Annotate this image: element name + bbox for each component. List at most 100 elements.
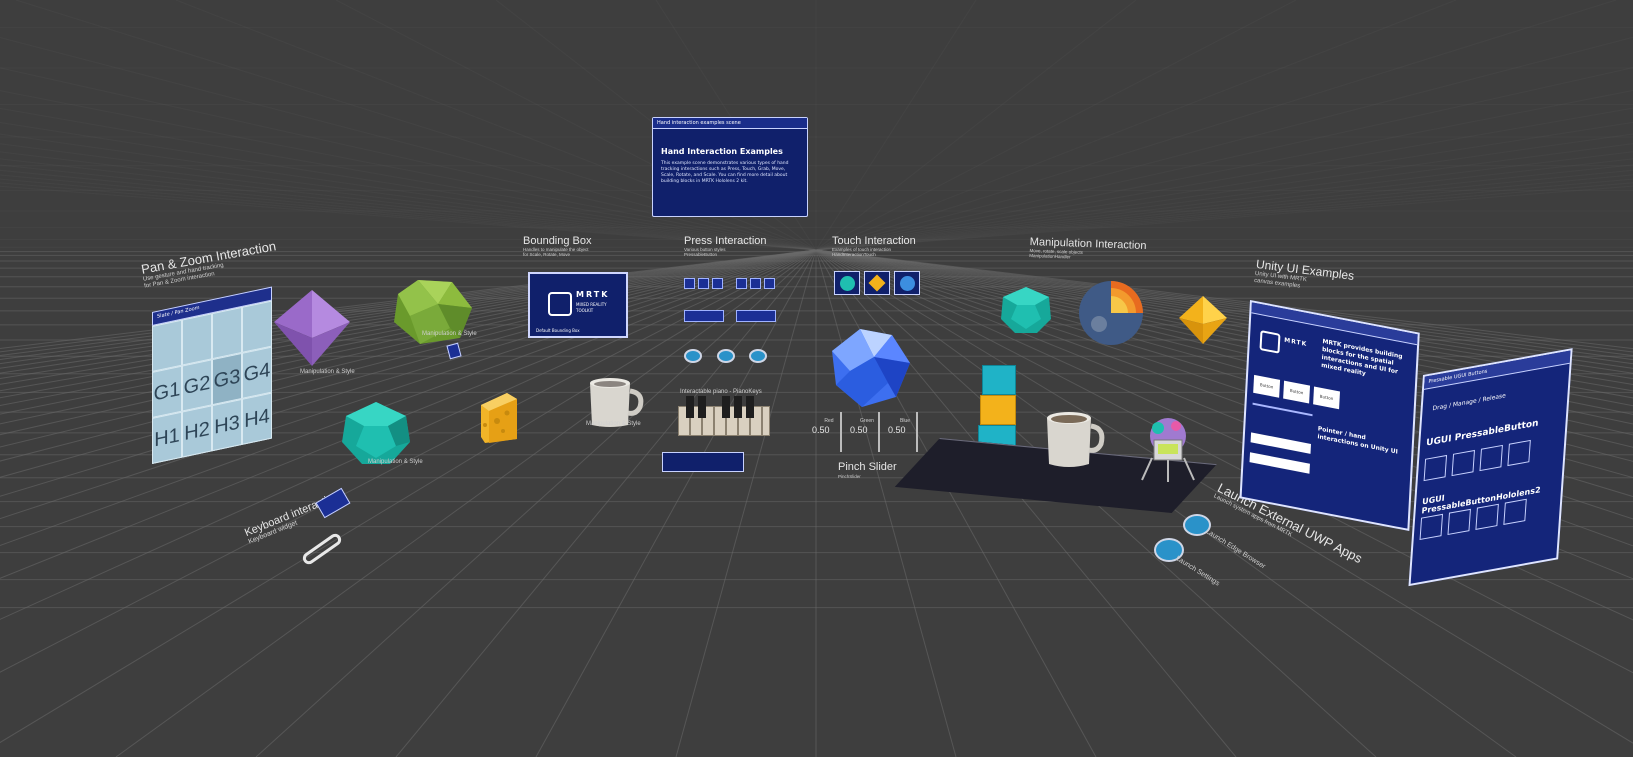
pressable-button[interactable] xyxy=(712,278,723,289)
grid-tile-blank xyxy=(242,300,272,353)
ugui-panel-row1[interactable]: Drag / Manage / Release xyxy=(1432,392,1506,412)
unity-panel-subhead: Pointer / hand interactions on Unity UI xyxy=(1317,425,1398,456)
octahedron-label: Manipulation & Style xyxy=(300,369,355,375)
info-panel-body: This example scene demonstrates various … xyxy=(661,161,789,184)
unity-panel-tab[interactable]: Button xyxy=(1283,380,1311,404)
unity-panel-input[interactable] xyxy=(1250,432,1311,454)
pinch-slider-group: Red 0.50 Green 0.50 Blue 0.50 xyxy=(812,412,922,458)
slider-blue-track[interactable] xyxy=(916,412,918,452)
grid-tile-blank xyxy=(152,319,182,372)
teal-dodecahedron-right[interactable] xyxy=(999,285,1053,335)
hand-interaction-info-panel[interactable]: Hand interaction examples scene Hand Int… xyxy=(652,117,808,217)
slider-red-track[interactable] xyxy=(840,412,842,452)
cheese-wedge[interactable] xyxy=(477,391,519,445)
slider-green-track[interactable] xyxy=(878,412,880,452)
grid-tile: G1 xyxy=(152,365,182,418)
ugui-button[interactable] xyxy=(1423,454,1448,482)
ugui-pressable-panel[interactable]: Pressable UGUI Buttons Drag / Manage / R… xyxy=(1408,348,1573,587)
pressable-button[interactable] xyxy=(736,278,747,289)
section-press: Press Interaction Various button styles … xyxy=(684,235,767,257)
ugui-button[interactable] xyxy=(1507,439,1531,467)
round-press-button[interactable] xyxy=(717,349,735,363)
teal-dodecahedron-left[interactable] xyxy=(340,400,412,466)
section-touch: Touch Interaction Examples of touch inte… xyxy=(832,235,916,257)
lunar-module[interactable] xyxy=(1136,414,1200,484)
bounding-box-card[interactable]: MRTK MIXED REALITY TOOLKIT Default Bound… xyxy=(528,272,628,338)
grid-tile: H4 xyxy=(242,392,272,445)
ugui-button[interactable] xyxy=(1447,508,1471,536)
grid-tile-blank xyxy=(212,306,242,360)
gold-octahedron[interactable] xyxy=(1177,294,1229,346)
touch-tile-teal[interactable] xyxy=(834,271,860,295)
round-press-button[interactable] xyxy=(749,349,767,363)
section-bounding-box: Bounding Box Handles to manipulate the o… xyxy=(523,235,592,257)
pressable-button[interactable] xyxy=(736,310,776,322)
touch-gold-icon xyxy=(868,274,886,292)
unity-ui-panel[interactable]: MRTK MRTK provides building blocks for t… xyxy=(1239,300,1420,532)
mrtk-logo-icon xyxy=(548,292,572,316)
press-title: Press Interaction xyxy=(684,235,767,247)
piano-keyboard[interactable] xyxy=(678,396,770,436)
pressable-button[interactable] xyxy=(764,278,775,289)
press-wide-button[interactable] xyxy=(662,452,744,472)
grid-tile: G4 xyxy=(242,346,272,399)
piano-black-key[interactable] xyxy=(734,396,742,418)
coffee-mug-right[interactable] xyxy=(1045,410,1105,470)
pan-zoom-slate[interactable]: Slate / Pan Zoom G1 G2 G3 G4 H1 H2 H3 H4 xyxy=(152,286,272,464)
unity-panel-tab[interactable]: Button xyxy=(1313,386,1340,410)
bounding-box-title: Bounding Box xyxy=(523,235,592,247)
unity-panel-input[interactable] xyxy=(1249,452,1310,474)
slider-blue[interactable]: Blue 0.50 xyxy=(888,412,922,458)
piano-black-key[interactable] xyxy=(746,396,754,418)
pressable-button[interactable] xyxy=(684,278,695,289)
scene-viewport[interactable]: Hand interaction examples scene Hand Int… xyxy=(0,0,1633,757)
touch-teal-icon xyxy=(840,276,855,291)
touch-tile-gold[interactable] xyxy=(864,271,890,295)
ugui-button[interactable] xyxy=(1475,503,1499,530)
icosahedron-label: Manipulation & Style xyxy=(422,331,477,337)
piano-white-key[interactable] xyxy=(762,406,770,436)
unity-panel-brand: MRTK xyxy=(1284,336,1308,349)
ugui-button[interactable] xyxy=(1503,498,1527,525)
touch-tile-blue[interactable] xyxy=(894,271,920,295)
mrtk-logo-line2: TOOLKIT xyxy=(576,308,594,313)
unity-panel-headline: MRTK provides building blocks for the sp… xyxy=(1321,338,1403,378)
piano-black-key[interactable] xyxy=(698,396,706,418)
ugui-button[interactable] xyxy=(1419,513,1444,541)
slider-green[interactable]: Green 0.50 xyxy=(850,412,884,458)
unity-panel-tab[interactable]: Button xyxy=(1253,374,1281,398)
mrtk-logo-line1: MIXED REALITY xyxy=(576,302,607,307)
piano-label: Interactable piano - PianoKeys xyxy=(680,389,762,395)
mug-center-label: Manipulation & Style xyxy=(586,421,641,427)
pinch-slider-sub1: PinchSlider xyxy=(838,474,861,479)
section-pinch-slider: Pinch Slider PinchSlider xyxy=(838,461,897,480)
grid-tile: H3 xyxy=(212,398,242,452)
grid-tile-blank xyxy=(182,313,212,366)
pressable-button[interactable] xyxy=(684,310,724,322)
pressable-button[interactable] xyxy=(750,278,761,289)
purple-octahedron[interactable] xyxy=(272,288,352,368)
pressable-button[interactable] xyxy=(698,278,709,289)
ugui-button[interactable] xyxy=(1479,444,1503,472)
pan-zoom-grid[interactable]: G1 G2 G3 G4 H1 H2 H3 H4 xyxy=(152,300,272,464)
press-button-grid xyxy=(684,278,788,328)
grid-tile: H1 xyxy=(152,411,182,464)
round-press-button[interactable] xyxy=(684,349,702,363)
blue-icosahedron[interactable] xyxy=(830,327,912,409)
earth-core-sphere[interactable] xyxy=(1075,280,1147,346)
slider-red[interactable]: Red 0.50 xyxy=(812,412,846,458)
unity-panel-slider[interactable] xyxy=(1252,402,1313,417)
piano-black-key[interactable] xyxy=(686,396,694,418)
piano-black-key[interactable] xyxy=(722,396,730,418)
touch-blue-icon xyxy=(900,276,915,291)
info-panel-header: Hand interaction examples scene xyxy=(653,118,807,129)
bounding-box-footer: Default Bounding Box xyxy=(536,328,580,333)
press-sub2: PressableButton xyxy=(684,252,718,257)
grid-tile: G2 xyxy=(182,359,212,412)
teal-cube[interactable] xyxy=(982,365,1016,395)
gold-cube[interactable] xyxy=(980,395,1016,425)
touch-title: Touch Interaction xyxy=(832,235,916,247)
grid-tile: G3 xyxy=(212,352,242,406)
ugui-button[interactable] xyxy=(1451,449,1475,477)
section-manipulation: Manipulation Interaction Move, rotate, s… xyxy=(1029,236,1146,262)
